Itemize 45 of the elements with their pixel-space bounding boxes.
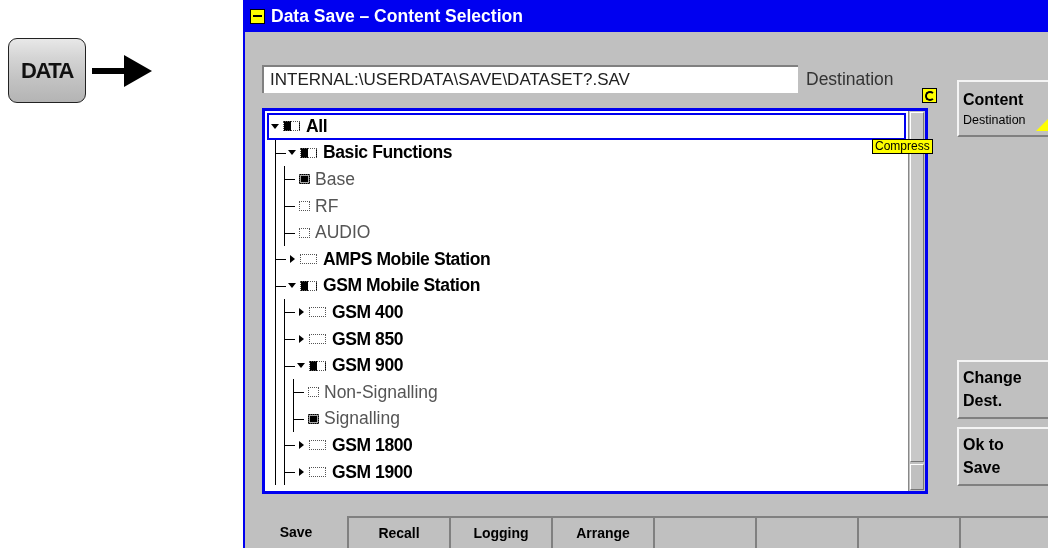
- destination-field[interactable]: INTERNAL:\USERDATA\SAVE\DATASET?.SAV: [262, 65, 798, 93]
- tree-item-label[interactable]: Basic Functions: [323, 142, 459, 164]
- checkbox[interactable]: [309, 440, 326, 451]
- expand-arrow-icon[interactable]: [288, 255, 296, 264]
- tree-item-label[interactable]: AMPS Mobile Station: [323, 248, 497, 270]
- tree-item-label[interactable]: GSM 1800: [332, 434, 419, 456]
- expand-arrow-icon[interactable]: [297, 468, 305, 476]
- checkbox[interactable]: [309, 360, 326, 371]
- tree-item-label[interactable]: GSM 850: [332, 328, 410, 350]
- tree-item-label[interactable]: GSM 400: [332, 301, 410, 323]
- checkbox[interactable]: [309, 467, 326, 477]
- checkbox[interactable]: [299, 201, 310, 212]
- tree-item-label[interactable]: Signalling: [324, 408, 406, 430]
- softkey[interactable]: Ok to Save: [957, 427, 1048, 486]
- checkbox[interactable]: [309, 307, 326, 318]
- expand-arrow-icon[interactable]: [297, 335, 305, 344]
- compress-badge[interactable]: Compress: [872, 139, 933, 154]
- tree-item-label[interactable]: RF: [315, 195, 345, 217]
- checkbox[interactable]: [300, 280, 317, 291]
- checkbox[interactable]: [300, 147, 317, 158]
- expand-arrow-icon[interactable]: [297, 441, 305, 450]
- tree-item-label[interactable]: AUDIO: [315, 222, 377, 244]
- checkbox[interactable]: [309, 334, 326, 345]
- destination-label: Destination: [806, 68, 894, 90]
- checkbox[interactable]: [308, 413, 319, 424]
- tree-item-label[interactable]: Base: [315, 169, 361, 190]
- data-key[interactable]: DATA: [8, 38, 86, 103]
- arrow-icon: [92, 52, 152, 89]
- tree-item-label[interactable]: Non-Signalling: [324, 381, 444, 403]
- selected-tree-row[interactable]: All: [267, 113, 906, 140]
- softkey[interactable]: Content Destination: [957, 80, 1048, 137]
- expand-arrow-icon[interactable]: [297, 308, 305, 317]
- window-title: Data Save – Content Selection: [271, 5, 523, 27]
- tree-item-label[interactable]: GSM 900: [332, 355, 410, 377]
- checkbox[interactable]: [299, 174, 310, 185]
- tree-item-label[interactable]: GSM 1900: [332, 461, 419, 483]
- checkbox[interactable]: [300, 254, 317, 265]
- tree-item-label[interactable]: All: [306, 115, 334, 137]
- checkbox[interactable]: [299, 227, 310, 238]
- minimize-icon[interactable]: [250, 8, 265, 24]
- refresh-icon[interactable]: [922, 88, 937, 103]
- softkey[interactable]: Change Dest.: [957, 360, 1048, 419]
- tree-item-label[interactable]: GSM Mobile Station: [323, 275, 487, 297]
- checkbox[interactable]: [283, 121, 300, 132]
- checkbox[interactable]: [308, 387, 319, 398]
